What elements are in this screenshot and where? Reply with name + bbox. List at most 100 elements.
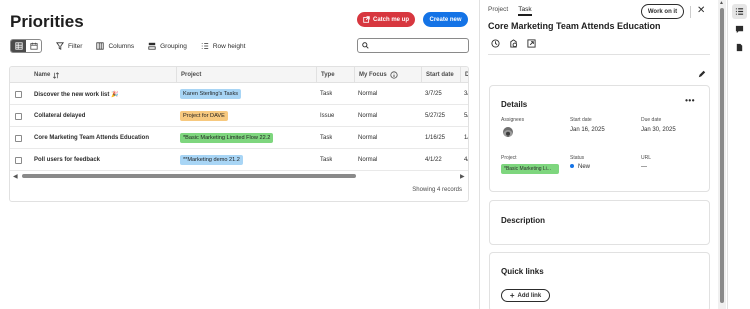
- project-tag[interactable]: *Basic Marketing Li...: [501, 164, 559, 174]
- quick-links-heading: Quick links: [501, 267, 544, 276]
- row-name[interactable]: Discover the new work list 🎉: [34, 83, 119, 105]
- row-checkbox[interactable]: [15, 113, 22, 120]
- calendar-view-button[interactable]: [26, 40, 41, 52]
- catch-me-up-label: Catch me up: [372, 16, 409, 23]
- task-title[interactable]: Core Marketing Team Attends Education: [488, 21, 661, 31]
- start-date-value[interactable]: Jan 16, 2025: [570, 127, 605, 133]
- page-title: Priorities: [10, 12, 84, 31]
- sort-icon: [53, 71, 60, 79]
- table-row[interactable]: Collateral delayed Project for DAVE Issu…: [10, 105, 468, 127]
- time-tracking-icon[interactable]: [508, 38, 518, 48]
- project-tag[interactable]: Karen Sterling's Tasks: [180, 89, 242, 99]
- table-row[interactable]: Discover the new work list 🎉 Karen Sterl…: [10, 83, 468, 105]
- horizontal-scroll-thumb[interactable]: [22, 174, 356, 178]
- row-project-cell: Karen Sterling's Tasks: [180, 83, 242, 105]
- info-icon: [390, 71, 398, 79]
- row-name[interactable]: Core Marketing Team Attends Education: [34, 127, 149, 149]
- row-name[interactable]: Collateral delayed: [34, 105, 85, 127]
- row-focus[interactable]: Normal: [358, 83, 377, 105]
- row-name[interactable]: Poll users for feedback: [34, 149, 100, 171]
- work-on-it-button[interactable]: Work on it: [641, 4, 684, 19]
- comments-button[interactable]: [732, 22, 747, 37]
- list-view-button[interactable]: [11, 40, 26, 52]
- row-height-icon: [201, 43, 209, 49]
- row-checkbox[interactable]: [15, 157, 22, 164]
- columns-icon: [96, 42, 105, 50]
- row-checkbox[interactable]: [15, 135, 22, 142]
- right-rail: [727, 0, 750, 309]
- assignees-label: Assignees: [501, 117, 525, 123]
- row-focus[interactable]: Normal: [358, 127, 377, 149]
- row-start-date: 5/27/25: [425, 113, 446, 119]
- row-focus[interactable]: Normal: [358, 149, 377, 171]
- open-in-new-icon[interactable]: [526, 38, 536, 48]
- vertical-scrollbar[interactable]: ▲: [718, 0, 726, 309]
- row-height-button[interactable]: Row height: [201, 42, 246, 50]
- row-due-date: 4/: [464, 157, 469, 163]
- header-separator: [690, 6, 691, 18]
- column-header-my-focus-label: My Focus: [359, 72, 387, 78]
- column-header-name[interactable]: Name: [34, 67, 60, 83]
- create-new-button[interactable]: Create new: [423, 12, 468, 27]
- column-header-due-date[interactable]: D: [460, 67, 468, 83]
- url-value[interactable]: —: [641, 164, 647, 170]
- search-input[interactable]: [372, 42, 467, 49]
- document-icon: [736, 43, 743, 52]
- grouping-icon: [148, 42, 156, 50]
- work-list-table: Name Project Type My Focus Start date D …: [9, 66, 469, 202]
- row-type: Task: [320, 91, 333, 97]
- status-text: New: [578, 164, 591, 170]
- calendar-icon: [29, 42, 38, 50]
- details-panel-button[interactable]: [732, 4, 747, 19]
- grouping-label: Grouping: [160, 42, 187, 50]
- grouping-button[interactable]: Grouping: [148, 42, 187, 50]
- documents-button[interactable]: [732, 40, 747, 55]
- table-row[interactable]: Core Marketing Team Attends Education *B…: [10, 127, 468, 149]
- description-heading: Description: [501, 216, 546, 225]
- view-toggle: [10, 39, 42, 53]
- row-checkbox[interactable]: [15, 91, 22, 98]
- horizontal-scrollbar[interactable]: ◀ ▶: [10, 171, 468, 181]
- search-box[interactable]: [357, 38, 469, 53]
- column-header-my-focus[interactable]: My Focus: [354, 67, 398, 83]
- column-header-start-date[interactable]: Start date: [421, 67, 454, 83]
- status-dot: [570, 164, 574, 169]
- table-icon: [14, 42, 23, 50]
- start-date-label: Start date: [570, 117, 592, 123]
- status-label: Status: [570, 155, 585, 161]
- project-tag[interactable]: **Marketing demo 21.2: [180, 155, 243, 165]
- avatar[interactable]: [503, 127, 513, 137]
- row-start-date: 3/7/25: [425, 91, 442, 97]
- row-height-label: Row height: [212, 42, 246, 50]
- due-date-label: Due date: [641, 117, 662, 123]
- vertical-scroll-thumb[interactable]: [720, 8, 724, 303]
- search-icon: [362, 42, 369, 49]
- filter-label: Filter: [68, 42, 83, 50]
- scroll-right-icon[interactable]: ▶: [460, 173, 465, 180]
- details-card: Details ••• Assignees Start date Jan 16,…: [489, 85, 710, 192]
- toolbar: Filter Columns Grouping Row height: [10, 39, 245, 53]
- column-header-type[interactable]: Type: [316, 67, 335, 83]
- table-row[interactable]: Poll users for feedback **Marketing demo…: [10, 149, 468, 171]
- project-tag[interactable]: Project for DAVE: [180, 111, 228, 121]
- column-header-project[interactable]: Project: [176, 67, 201, 83]
- row-focus[interactable]: Normal: [358, 105, 377, 127]
- project-tag[interactable]: *Basic Marketing Limited Flow 22.2: [180, 133, 274, 143]
- catch-me-up-button[interactable]: Catch me up: [357, 12, 415, 27]
- tab-task[interactable]: Task: [518, 6, 532, 16]
- tab-project[interactable]: Project: [488, 6, 508, 16]
- close-icon[interactable]: ✕: [697, 5, 705, 16]
- scroll-up-icon[interactable]: ▲: [719, 0, 724, 6]
- due-date-value[interactable]: Jan 30, 2025: [641, 127, 676, 133]
- scroll-left-icon[interactable]: ◀: [13, 173, 18, 180]
- columns-button[interactable]: Columns: [96, 42, 134, 50]
- status-value[interactable]: New: [570, 164, 590, 170]
- plus-icon: +: [509, 291, 515, 300]
- description-card[interactable]: Description: [489, 200, 710, 245]
- history-icon[interactable]: [490, 38, 500, 48]
- row-due-date: 1/: [464, 135, 469, 141]
- add-link-button[interactable]: + Add link: [501, 289, 550, 302]
- more-options-icon[interactable]: •••: [685, 96, 695, 105]
- filter-button[interactable]: Filter: [56, 42, 82, 50]
- edit-icon[interactable]: [698, 65, 706, 83]
